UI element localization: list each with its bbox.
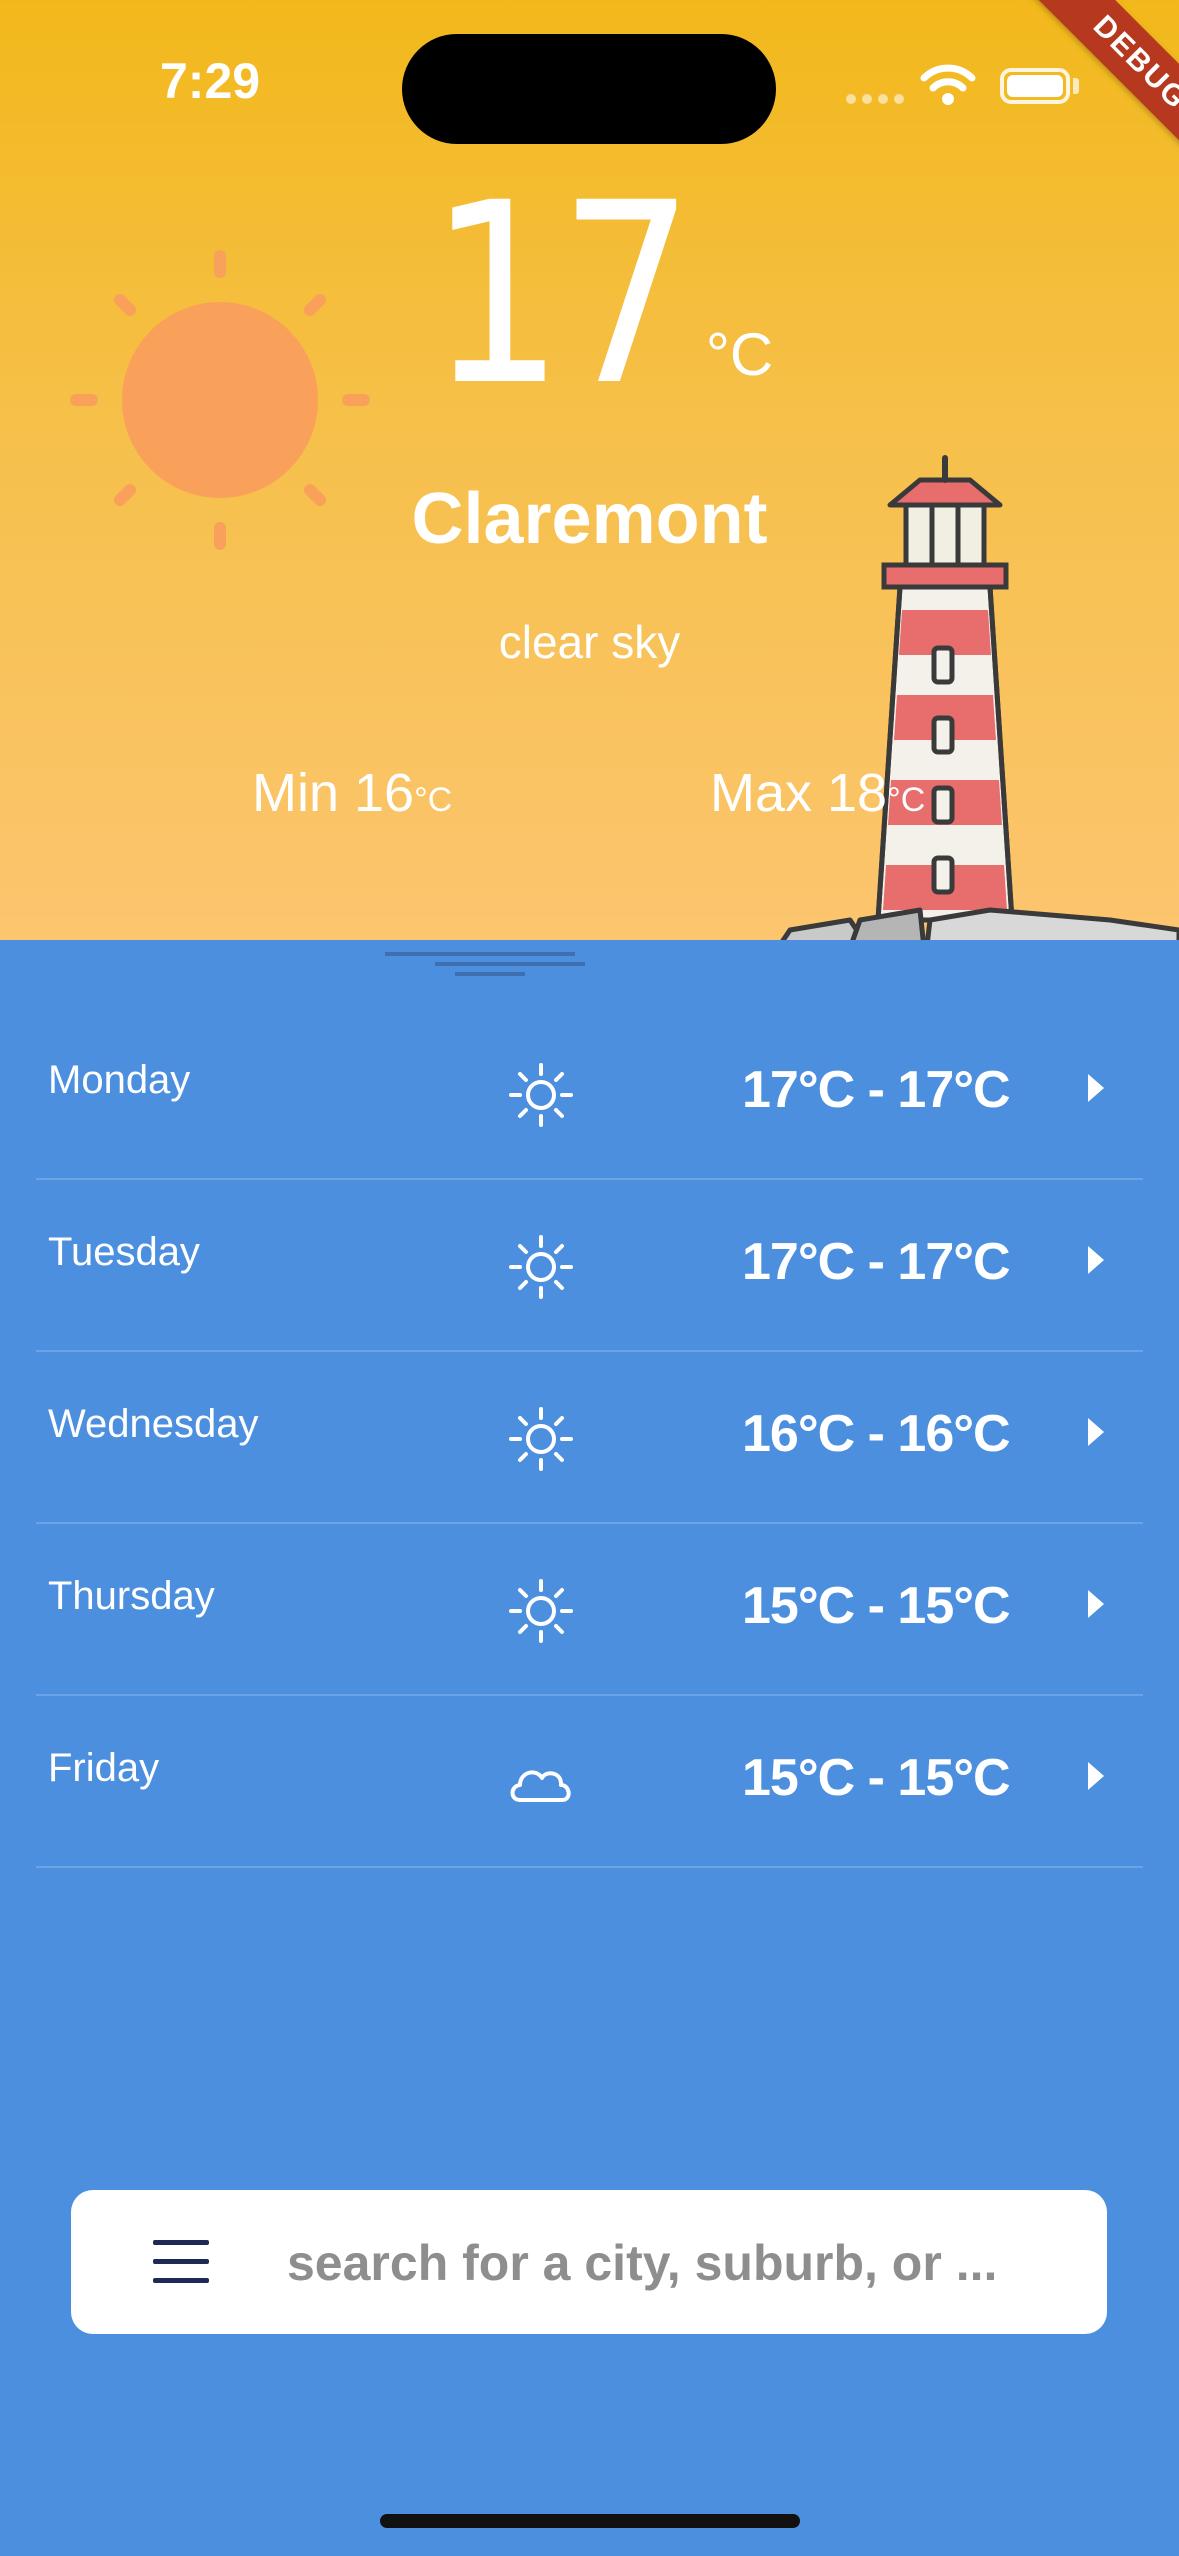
current-temperature: 17 °C [0,170,1179,420]
status-time: 7:29 [160,53,261,109]
forecast-list: Monday 17°C - 17°C Tuesday 17°C - 17°C W… [36,1008,1143,1868]
forecast-row-tuesday[interactable]: Tuesday 17°C - 17°C [36,1180,1143,1352]
city-name: Claremont [411,479,768,559]
forecast-day: Wednesday [48,1402,259,1446]
forecast-day: Friday [48,1746,160,1790]
forecast-row-wednesday[interactable]: Wednesday 16°C - 16°C [36,1352,1143,1524]
wifi-icon [920,64,976,105]
dynamic-island [402,34,776,144]
chevron-right-icon[interactable] [1088,1246,1104,1274]
forecast-temperature-range: 17°C - 17°C [742,1233,1011,1291]
current-temperature-value: 17 [428,149,694,440]
search-input[interactable]: search for a city, suburb, or ... [287,2234,997,2292]
sun-icon [509,1235,573,1299]
min-temperature: Min 16°C [252,762,452,824]
forecast-row-thursday[interactable]: Thursday 15°C - 15°C [36,1524,1143,1696]
battery-tip [1073,78,1079,94]
max-temperature-unit: °C [887,781,926,819]
forecast-temperature-range: 15°C - 15°C [742,1749,1011,1807]
chevron-right-icon[interactable] [1088,1074,1104,1102]
cloud-icon [510,1770,571,1802]
max-temperature-label: Max 18 [710,763,888,823]
home-indicator[interactable] [380,2514,800,2528]
forecast-temperature-range: 17°C - 17°C [742,1061,1011,1119]
battery-icon [1000,68,1070,104]
forecast-row-friday[interactable]: Friday 15°C - 15°C [36,1696,1143,1868]
menu-icon[interactable] [153,2240,209,2284]
forecast-day: Thursday [48,1574,215,1618]
sun-icon [509,1579,573,1643]
sun-icon [509,1407,573,1471]
forecast-day: Monday [48,1058,191,1102]
min-temperature-unit: °C [414,781,453,819]
chevron-right-icon[interactable] [1088,1762,1104,1790]
forecast-day: Tuesday [48,1230,200,1274]
chevron-right-icon[interactable] [1088,1590,1104,1618]
current-temperature-unit: °C [705,321,774,388]
search-bar[interactable]: search for a city, suburb, or ... [71,2190,1107,2334]
cellular-signal-icon [846,94,904,104]
water-ripples [385,952,585,976]
forecast-temperature-range: 16°C - 16°C [742,1405,1011,1463]
weather-condition: clear sky [498,616,681,668]
forecast-row-monday[interactable]: Monday 17°C - 17°C [36,1008,1143,1180]
sun-icon [509,1063,573,1127]
min-temperature-label: Min 16 [252,763,415,823]
chevron-right-icon[interactable] [1088,1418,1104,1446]
max-temperature: Max 18°C [710,762,925,824]
forecast-temperature-range: 15°C - 15°C [742,1577,1011,1635]
